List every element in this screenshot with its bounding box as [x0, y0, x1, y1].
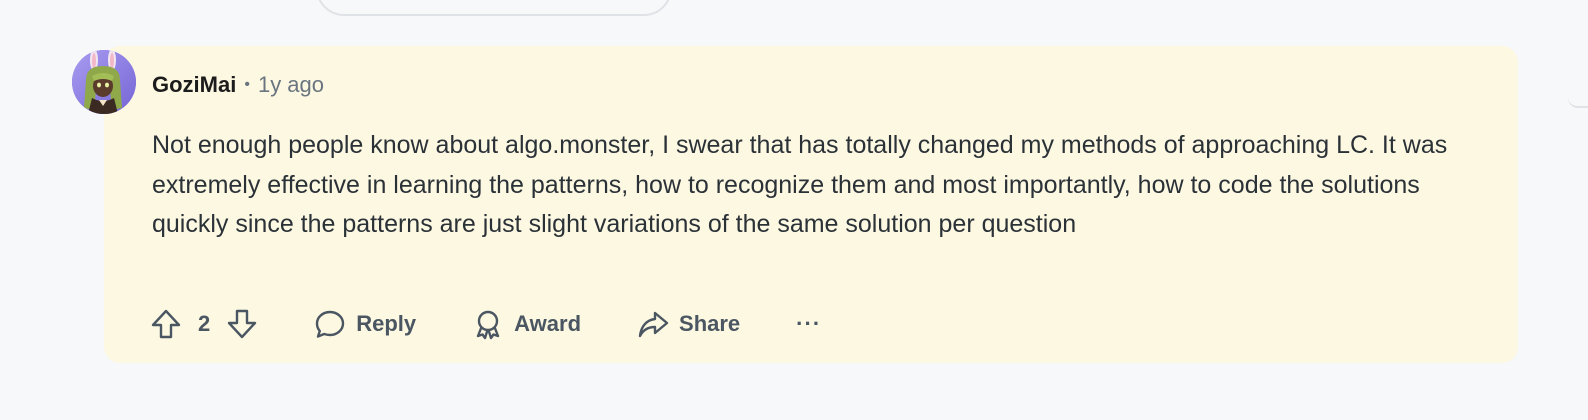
award-button[interactable]: Award: [472, 308, 581, 340]
comment-timestamp[interactable]: 1y ago: [258, 72, 324, 98]
comment-thread: GoziMai • 1y ago Not enough people know …: [0, 0, 1588, 420]
comment-actions: 2 Reply Award Share ···: [150, 302, 821, 346]
share-label: Share: [679, 311, 741, 336]
anime-avatar-icon: [72, 50, 136, 114]
speech-bubble-icon: [316, 310, 345, 338]
award-label: Award: [514, 311, 582, 336]
user-avatar[interactable]: [72, 50, 136, 114]
reply-button[interactable]: Reply: [314, 308, 416, 340]
more-options-button[interactable]: ···: [796, 311, 821, 337]
upvote-arrow-icon: [151, 309, 181, 339]
downvote-button[interactable]: [226, 308, 258, 340]
award-ribbon-icon: [476, 310, 500, 340]
username-link[interactable]: GoziMai: [152, 72, 236, 98]
share-arrow-icon: [638, 311, 669, 338]
separator-dot: •: [244, 76, 250, 93]
share-button[interactable]: Share: [637, 308, 740, 340]
comment-header: GoziMai • 1y ago: [152, 72, 324, 98]
comment-body: Not enough people know about algo.monste…: [152, 131, 1448, 238]
reply-label: Reply: [356, 311, 417, 336]
vote-group: 2: [150, 308, 258, 340]
downvote-arrow-icon: [228, 309, 257, 339]
previous-input-pill[interactable]: [316, 0, 672, 16]
more-dots-icon: ···: [796, 311, 822, 336]
upvote-button[interactable]: [150, 308, 182, 340]
vote-count: 2: [198, 311, 211, 336]
edge-divider: [1568, 92, 1588, 108]
